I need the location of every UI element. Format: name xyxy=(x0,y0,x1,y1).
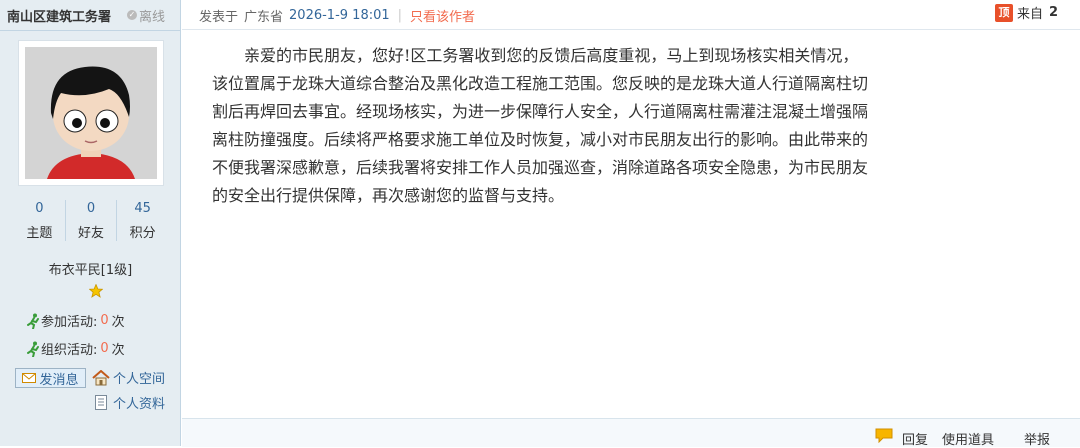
post-body: 亲爱的市民朋友，您好!区工务署收到您的反馈后高度重视，马上到现场核实相关情况，该… xyxy=(212,46,869,205)
floor-label: 来自 xyxy=(1016,7,1043,22)
envelope-icon xyxy=(22,373,37,383)
reply-bubble-icon[interactable] xyxy=(874,427,894,443)
avatar[interactable] xyxy=(25,47,157,179)
author-name[interactable]: 南山区建筑工务署 xyxy=(7,6,111,25)
stat-topics-count: 0 xyxy=(35,201,44,216)
reply-button[interactable]: 回复 xyxy=(902,429,928,448)
organize-activity: 组织活动: 0 次 xyxy=(26,339,125,358)
use-tools-button[interactable]: 使用道具 xyxy=(942,429,994,448)
personal-profile-link[interactable]: 个人资料 xyxy=(95,393,165,412)
organize-activity-unit: 次 xyxy=(111,343,125,358)
user-rank[interactable]: 布衣平民[1级] xyxy=(0,259,181,278)
personal-space-label: 个人空间 xyxy=(113,372,166,387)
stat-points-label: 积分 xyxy=(129,226,156,241)
home-icon xyxy=(92,369,110,385)
organize-activity-label: 组织活动: xyxy=(41,343,98,358)
offline-icon: ✓ xyxy=(127,10,138,20)
posted-prefix: 发表于 xyxy=(199,10,239,25)
stat-topics[interactable]: 0 主题 xyxy=(14,200,66,241)
post-date: 2026-1-9 18:01 xyxy=(289,8,390,23)
send-message-button[interactable]: 发消息 xyxy=(15,368,86,388)
avatar-frame xyxy=(18,40,164,186)
post-location: 广东省 xyxy=(244,10,284,25)
stat-friends-label: 好友 xyxy=(78,226,105,241)
runner-icon xyxy=(27,313,39,329)
status-label: 离线 xyxy=(139,9,166,25)
stat-friends[interactable]: 0 好友 xyxy=(66,200,118,241)
stat-points-count: 45 xyxy=(134,201,151,216)
top-icon[interactable]: 顶 xyxy=(994,3,1013,22)
report-button[interactable]: 举报 xyxy=(1024,429,1050,448)
meta-divider: | xyxy=(397,8,403,23)
stat-friends-count: 0 xyxy=(86,201,96,216)
post-floor: 顶 来自 2 xyxy=(994,3,1058,22)
join-activity-count: 0 xyxy=(100,313,109,328)
stat-topics-label: 主题 xyxy=(26,226,53,241)
author-sidebar: 南山区建筑工务署 ✓ 离线 0 主题 0 好友 45 积分 布衣平民[1级] 参… xyxy=(0,0,181,446)
stat-points[interactable]: 45 积分 xyxy=(117,200,168,241)
runner-icon xyxy=(27,341,39,357)
header-divider xyxy=(182,29,1080,30)
organize-activity-count: 0 xyxy=(100,341,109,356)
send-message-label: 发消息 xyxy=(39,372,79,388)
floor-number[interactable]: 2 xyxy=(1049,5,1058,20)
personal-profile-label: 个人资料 xyxy=(113,397,166,412)
post-footer: 回复 使用道具 举报 xyxy=(182,418,1080,448)
join-activity-label: 参加活动: xyxy=(41,315,98,330)
only-author-link[interactable]: 只看该作者 xyxy=(410,6,475,25)
star-icon xyxy=(89,284,103,298)
document-icon xyxy=(95,395,107,410)
join-activity-unit: 次 xyxy=(111,315,125,330)
author-stats: 0 主题 0 好友 45 积分 xyxy=(14,200,168,241)
online-status: ✓ 离线 xyxy=(127,6,165,25)
post-meta: 发表于 广东省 2026-1-9 18:01 | 只看该作者 xyxy=(199,6,475,25)
personal-space-link[interactable]: 个人空间 xyxy=(92,368,165,387)
author-header: 南山区建筑工务署 ✓ 离线 xyxy=(0,0,180,31)
join-activity: 参加活动: 0 次 xyxy=(26,311,125,330)
